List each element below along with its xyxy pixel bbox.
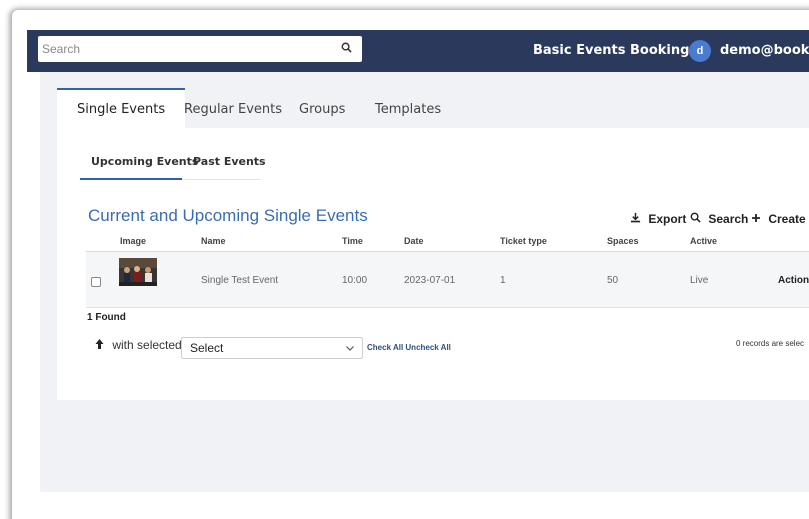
subtab-upcoming-events[interactable]: Upcoming Events [91, 150, 198, 180]
check-links: Check All Uncheck All [367, 343, 451, 352]
event-date: 2023-07-01 [404, 275, 456, 286]
tab-single-events[interactable]: Single Events [57, 88, 186, 128]
column-header-spaces[interactable]: Spaces [607, 236, 639, 246]
check-all-link[interactable]: Check All [367, 343, 403, 352]
event-active-status: Live [690, 275, 709, 286]
plus-icon [751, 212, 764, 226]
arrow-up-icon [95, 338, 112, 352]
event-time: 10:00 [342, 275, 368, 286]
search-button[interactable]: Search [690, 212, 748, 226]
column-header-time[interactable]: Time [342, 236, 363, 246]
actions-button[interactable]: Actions [778, 275, 809, 286]
create-label: Create Ne [768, 212, 809, 226]
event-thumbnail[interactable] [119, 258, 157, 286]
search-icon [690, 212, 704, 226]
column-header-active[interactable]: Active [690, 236, 717, 246]
site-menu-dropdown[interactable]: Basic Events Bookings ▾ [533, 43, 708, 58]
event-ticket-type: 1 [500, 275, 506, 286]
subtab-active-indicator [80, 178, 182, 180]
tab-templates[interactable]: Templates [375, 88, 441, 128]
tab-groups[interactable]: Groups [299, 88, 345, 128]
with-selected-text: with selected [112, 338, 182, 352]
subtab-past-events[interactable]: Past Events [193, 150, 266, 180]
export-label: Export [648, 212, 687, 226]
tab-regular-events[interactable]: Regular Events [184, 88, 282, 128]
magnifier-icon[interactable] [341, 42, 352, 56]
section-title: Current and Upcoming Single Events [88, 206, 368, 225]
search-input[interactable] [42, 42, 322, 56]
search-label: Search [708, 212, 749, 226]
results-count: 1 Found [87, 312, 126, 323]
search-field[interactable] [38, 36, 362, 62]
user-email[interactable]: demo@booking [720, 43, 809, 58]
event-spaces: 50 [607, 275, 619, 286]
create-new-button[interactable]: Create Ne [751, 212, 809, 226]
export-button[interactable]: Export [630, 212, 686, 226]
column-header-date[interactable]: Date [404, 236, 424, 246]
row-checkbox[interactable] [91, 277, 101, 287]
column-header-image[interactable]: Image [120, 236, 146, 246]
bulk-action-label: with selected [95, 338, 182, 352]
column-header-name[interactable]: Name [201, 236, 226, 246]
top-navbar: Basic Events Bookings ▾ d demo@booking [27, 30, 809, 72]
avatar[interactable]: d [689, 40, 711, 62]
uncheck-all-link[interactable]: Uncheck All [405, 343, 451, 352]
event-name[interactable]: Single Test Event [201, 275, 278, 286]
records-selected-text: 0 records are selec [736, 339, 805, 348]
chevron-down-icon [346, 343, 354, 353]
column-header-ticket-type[interactable]: Ticket type [500, 236, 547, 246]
download-icon [630, 212, 644, 226]
select-value: Select [190, 341, 224, 355]
bulk-action-select[interactable]: Select [181, 337, 363, 359]
